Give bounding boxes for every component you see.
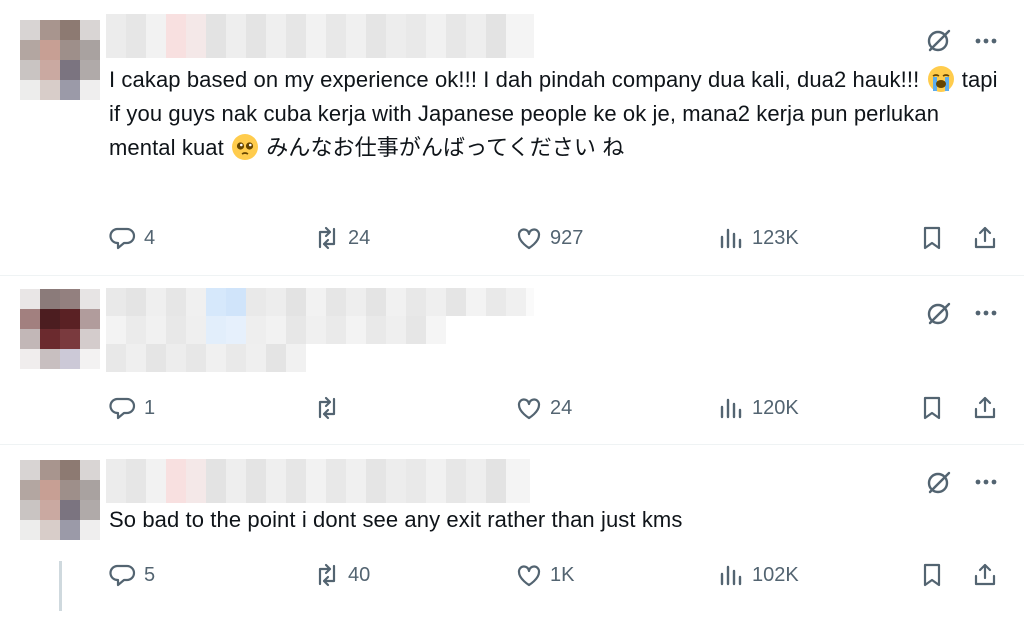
more-icon[interactable] <box>972 468 1000 496</box>
action-bar: 1 24 120K <box>0 388 1024 428</box>
reply-count: 1 <box>144 396 156 419</box>
like-icon <box>517 228 541 250</box>
bookmark-button[interactable] <box>917 388 947 428</box>
like-count: 927 <box>550 226 584 249</box>
action-bar: 5 40 1K 102K <box>0 555 1024 595</box>
reply-count: 4 <box>144 226 156 249</box>
views-button[interactable]: 102K <box>716 555 799 595</box>
action-bar: 4 24 927 123K <box>0 218 1024 258</box>
like-button[interactable]: 927 <box>514 218 583 258</box>
views-count: 120K <box>752 396 799 419</box>
more-icon[interactable] <box>972 299 1000 327</box>
bookmark-button[interactable] <box>917 555 947 595</box>
bookmark-icon <box>923 396 941 420</box>
views-count: 123K <box>752 226 799 249</box>
avatar[interactable] <box>20 460 100 540</box>
grok-icon[interactable] <box>926 469 952 495</box>
bookmark-icon <box>923 563 941 587</box>
repost-icon <box>318 396 336 420</box>
repost-count: 24 <box>348 226 371 249</box>
thread-line <box>59 561 62 611</box>
author-name-redacted <box>106 459 530 503</box>
tweet-2[interactable]: 1 24 120K <box>0 276 1024 444</box>
views-icon <box>720 228 742 249</box>
reply-icon <box>109 227 136 250</box>
share-icon <box>974 563 996 586</box>
author-name-redacted <box>106 14 534 58</box>
repost-icon <box>318 563 336 587</box>
reply-button[interactable]: 4 <box>108 218 155 258</box>
tweet-3[interactable]: So bad to the point i dont see any exit … <box>0 445 1024 621</box>
repost-button[interactable]: 40 <box>312 555 370 595</box>
reply-icon <box>109 564 136 587</box>
share-icon <box>974 396 996 419</box>
tweet-1[interactable]: I cakap based on my experience ok!!! I d… <box>0 0 1024 275</box>
views-count: 102K <box>752 563 799 586</box>
like-count: 1K <box>550 563 575 586</box>
grok-icon[interactable] <box>926 300 952 326</box>
like-button[interactable]: 1K <box>514 555 574 595</box>
tweet-text-part-1: I cakap based on my experience ok!!! I d… <box>109 67 926 92</box>
views-icon <box>720 398 742 419</box>
grok-icon[interactable] <box>926 27 952 53</box>
like-icon <box>517 398 541 420</box>
share-icon <box>974 226 996 249</box>
views-icon <box>720 565 742 586</box>
repost-button[interactable]: 24 <box>312 218 370 258</box>
loudly-crying-face-emoji-icon <box>927 66 954 92</box>
like-count: 24 <box>550 396 573 419</box>
more-icon[interactable] <box>972 27 1000 55</box>
bookmark-button[interactable] <box>917 218 947 258</box>
bookmark-icon <box>923 226 941 250</box>
reply-button[interactable]: 1 <box>108 388 155 428</box>
reply-icon <box>109 397 136 420</box>
share-button[interactable] <box>970 555 1000 595</box>
reply-button[interactable]: 5 <box>108 555 155 595</box>
avatar[interactable] <box>20 289 100 369</box>
repost-count: 40 <box>348 563 371 586</box>
views-button[interactable]: 120K <box>716 388 799 428</box>
like-icon <box>517 565 541 587</box>
share-button[interactable] <box>970 218 1000 258</box>
share-button[interactable] <box>970 388 1000 428</box>
views-button[interactable]: 123K <box>716 218 799 258</box>
tweet-text: I cakap based on my experience ok!!! I d… <box>109 63 999 165</box>
reply-count: 5 <box>144 563 156 586</box>
tweet-text: So bad to the point i dont see any exit … <box>109 507 683 532</box>
like-button[interactable]: 24 <box>514 388 572 428</box>
tweet-text-part-3: みんなお仕事がんばってください ね <box>260 135 625 160</box>
repost-button[interactable] <box>312 388 342 428</box>
author-name-redacted <box>106 288 534 372</box>
pleading-face-emoji-icon <box>232 134 259 160</box>
repost-icon <box>318 226 336 250</box>
avatar[interactable] <box>20 20 100 100</box>
